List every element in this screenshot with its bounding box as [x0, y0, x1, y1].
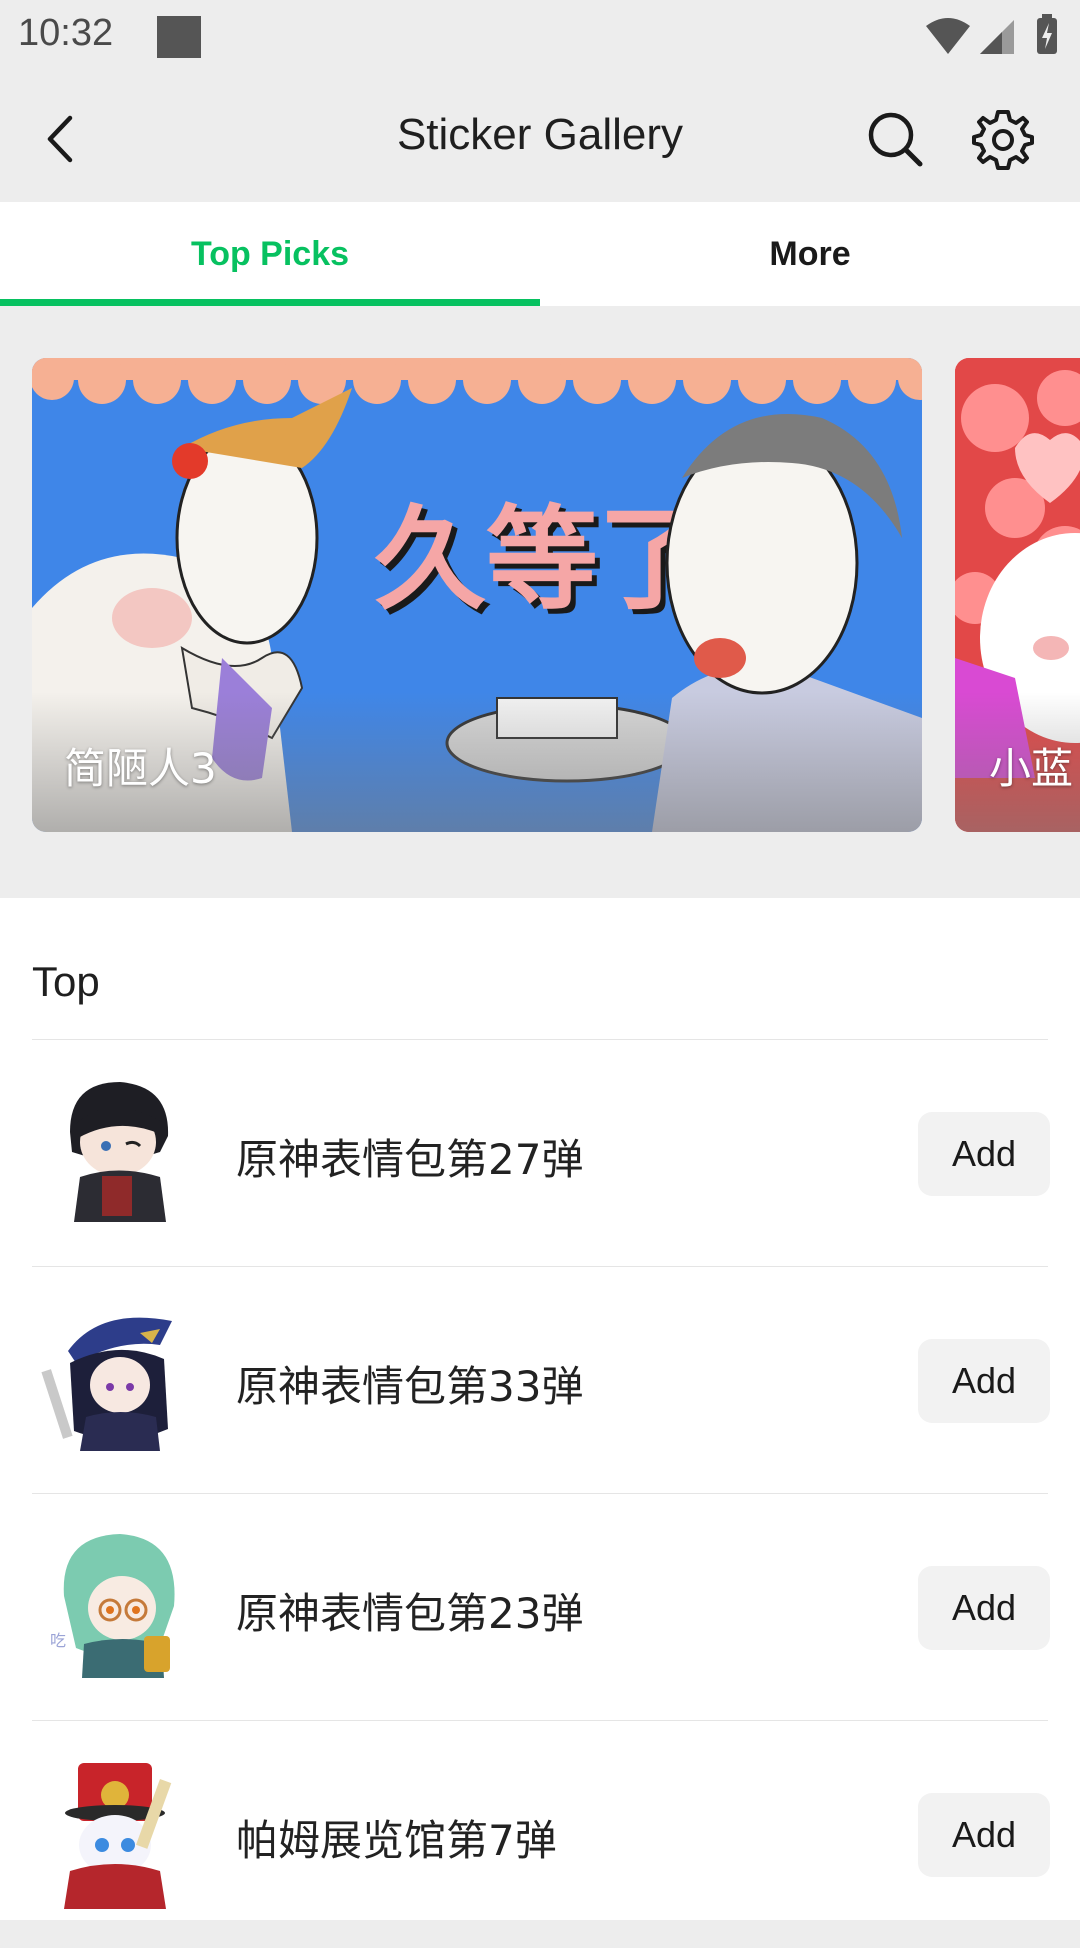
sticker-pack-title: 原神表情包第27弹	[236, 1135, 584, 1184]
list-item[interactable]: 吃 原神表情包第23弹 Add	[0, 1494, 1080, 1721]
sticker-thumbnail	[64, 1763, 172, 1909]
sticker-thumbnail: 吃	[50, 1534, 175, 1678]
settings-button[interactable]	[970, 106, 1036, 172]
battery-charging-icon	[1037, 14, 1057, 54]
tab-top-picks[interactable]: Top Picks	[0, 202, 540, 306]
search-icon	[868, 112, 923, 167]
add-button[interactable]: Add	[918, 1793, 1050, 1877]
banner-label: 简陋人3	[64, 744, 217, 793]
tab-more[interactable]: More	[540, 202, 1080, 306]
add-button[interactable]: Add	[918, 1112, 1050, 1196]
sticker-list-section: Top 原神表情包第27弹 Add 原神表情包第33弹 Add 吃 原神表情包第…	[0, 898, 1080, 1920]
list-item[interactable]: 原神表情包第27弹 Add	[0, 1040, 1080, 1267]
banner-card[interactable]: 久等了 久等了 简陋人3	[32, 358, 922, 832]
list-item[interactable]: 帕姆展览馆第7弹 Add	[0, 1721, 1080, 1948]
svg-text:吃: 吃	[50, 1631, 66, 1650]
banner-label: 小蓝	[989, 744, 1074, 793]
sticker-pack-title: 原神表情包第23弹	[236, 1589, 584, 1638]
status-time: 10:32	[18, 12, 114, 54]
section-title: Top	[32, 958, 100, 1005]
status-icons	[924, 12, 1064, 58]
cell-signal-icon	[980, 20, 1014, 54]
search-button[interactable]	[862, 106, 928, 172]
status-bar: 10:32	[0, 0, 1080, 76]
sticker-thumbnail	[70, 1082, 169, 1222]
banner-card[interactable]: 小蓝	[955, 358, 1080, 832]
svg-text:久等了: 久等了	[374, 495, 710, 625]
banner-carousel[interactable]: 久等了 久等了 简陋人3 小蓝	[0, 306, 1080, 898]
gear-icon	[972, 110, 1034, 170]
wifi-icon	[926, 18, 970, 54]
list-item[interactable]: 原神表情包第33弹 Add	[0, 1267, 1080, 1494]
notification-icon	[157, 16, 201, 58]
sticker-thumbnail	[41, 1317, 172, 1451]
app-header: Sticker Gallery	[0, 76, 1080, 202]
sticker-pack-title: 帕姆展览馆第7弹	[236, 1816, 557, 1865]
add-button[interactable]: Add	[918, 1339, 1050, 1423]
add-button[interactable]: Add	[918, 1566, 1050, 1650]
tab-bar: Top Picks More	[0, 202, 1080, 307]
sticker-pack-title: 原神表情包第33弹	[236, 1362, 584, 1411]
